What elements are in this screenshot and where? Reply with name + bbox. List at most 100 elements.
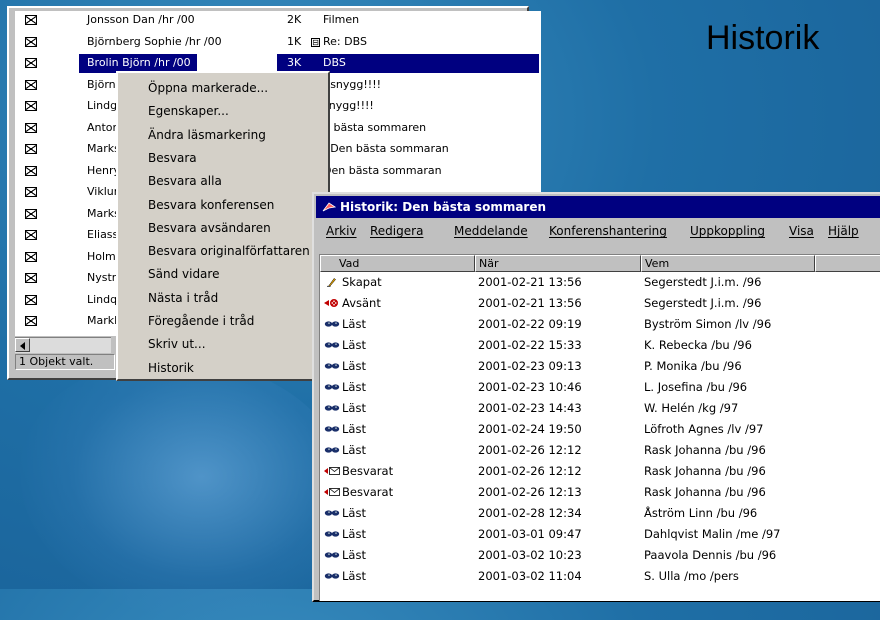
history-row[interactable]: Läst 2001-02-22 15:33 K. Rebecka /bu /96 bbox=[320, 335, 880, 355]
history-when: 2001-02-28 12:34 bbox=[478, 506, 582, 520]
context-menu-item[interactable]: Föregående i tråd bbox=[148, 310, 254, 332]
context-menu-item[interactable]: Sänd vidare bbox=[148, 263, 219, 285]
history-row[interactable]: Läst 2001-03-02 11:04 S. Ulla /mo /pers bbox=[320, 566, 880, 586]
history-row[interactable]: Besvarat 2001-02-26 12:13 Rask Johanna /bu… bbox=[320, 482, 880, 502]
history-row[interactable]: Läst 2001-02-28 12:34 Åström Linn /bu /96 bbox=[320, 503, 880, 523]
history-who: L. Josefina /bu /96 bbox=[644, 380, 748, 394]
menu-item[interactable]: Redigera bbox=[370, 221, 423, 241]
message-from: Holm bbox=[87, 249, 116, 263]
envelope-icon bbox=[25, 122, 37, 133]
history-window: Historik: Den bästa sommaren Arkiv Redige… bbox=[312, 192, 880, 602]
history-who: P. Monika /bu /96 bbox=[644, 359, 742, 373]
message-size: 1K bbox=[287, 34, 302, 48]
history-row[interactable]: Läst 2001-03-01 09:47 Dahlqvist Malin /me … bbox=[320, 524, 880, 544]
history-when: 2001-02-26 12:12 bbox=[478, 443, 582, 457]
context-menu-item[interactable]: Besvara originalförfattaren bbox=[148, 240, 310, 262]
column-header-who[interactable]: Vem bbox=[641, 255, 815, 272]
envelope-icon bbox=[25, 316, 37, 326]
history-who: W. Helén /kg /97 bbox=[644, 401, 739, 415]
history-when: 2001-02-23 10:46 bbox=[478, 380, 582, 394]
history-who: Rask Johanna /bu /96 bbox=[644, 485, 766, 499]
history-when: 2001-02-23 09:13 bbox=[478, 359, 582, 373]
history-when: 2001-02-23 14:43 bbox=[478, 401, 582, 415]
context-menu-item[interactable]: Historik bbox=[148, 357, 194, 379]
history-row[interactable]: Läst 2001-02-24 19:50 Löfroth Agnes /lv /9… bbox=[320, 419, 880, 439]
history-what: Läst bbox=[342, 422, 366, 436]
message-row[interactable]: Björnberg Sophie /hr /00 1K Re: DBS ⊟ bbox=[15, 33, 535, 52]
background-swoosh bbox=[20, 360, 350, 620]
context-menu-item[interactable]: Skriv ut... bbox=[148, 333, 206, 355]
message-from: Brolin Björn /hr /00 bbox=[87, 56, 191, 69]
context-menu-item[interactable]: Besvara alla bbox=[148, 170, 222, 192]
history-who: Rask Johanna /bu /96 bbox=[644, 443, 766, 457]
horizontal-scrollbar[interactable] bbox=[15, 337, 111, 353]
history-row[interactable]: Läst 2001-03-02 10:23 Paavola Dennis /bu /… bbox=[320, 545, 880, 565]
column-header-when[interactable]: När bbox=[475, 255, 641, 272]
column-header-what[interactable]: Vad bbox=[320, 255, 475, 272]
message-from: Lindq bbox=[87, 292, 118, 306]
history-titlebar[interactable]: Historik: Den bästa sommaren bbox=[316, 196, 880, 218]
history-who: Löfroth Agnes /lv /97 bbox=[644, 422, 764, 436]
history-row[interactable]: Skapat 2001-02-21 13:56 Segerstedt J.i.m. … bbox=[320, 272, 880, 292]
history-row[interactable]: Avsänt 2001-02-21 13:56 Segerstedt J.i.m. … bbox=[320, 293, 880, 313]
menu-item[interactable]: Visa bbox=[789, 221, 814, 241]
context-menu-item[interactable]: Ändra läsmarkering bbox=[148, 124, 266, 146]
history-who: Paavola Dennis /bu /96 bbox=[644, 548, 777, 562]
envelope-icon bbox=[25, 165, 37, 176]
envelope-icon bbox=[25, 208, 37, 219]
history-what: Läst bbox=[342, 401, 366, 415]
context-menu-item[interactable]: Nästa i tråd bbox=[148, 287, 218, 309]
column-header-empty[interactable] bbox=[815, 255, 880, 272]
history-row[interactable]: Läst 2001-02-22 09:19 Byström Simon /lv /9… bbox=[320, 314, 880, 334]
history-when: 2001-02-26 12:12 bbox=[478, 464, 582, 478]
menu-item[interactable]: Uppkoppling bbox=[690, 221, 765, 241]
history-who: K. Rebecka /bu /96 bbox=[644, 338, 752, 352]
menu-item[interactable]: Arkiv bbox=[326, 221, 357, 241]
context-menu-item[interactable]: Egenskaper... bbox=[148, 100, 229, 122]
scroll-left-icon[interactable] bbox=[15, 338, 30, 352]
envelope-icon bbox=[25, 36, 37, 47]
message-from: Markl bbox=[87, 314, 118, 327]
history-when: 2001-02-22 09:19 bbox=[478, 317, 582, 331]
history-who: Segerstedt J.i.m. /96 bbox=[644, 296, 762, 310]
message-subject: : Den bästa sommaran bbox=[323, 142, 449, 155]
history-what: Läst bbox=[342, 317, 366, 331]
message-subject: n bästa sommaren bbox=[323, 120, 427, 134]
message-subject: DBS bbox=[323, 56, 346, 69]
menu-item[interactable]: Meddelande bbox=[454, 221, 528, 241]
history-what: Läst bbox=[342, 443, 366, 457]
history-when: 2001-03-02 11:04 bbox=[478, 569, 582, 583]
history-what: Avsänt bbox=[342, 296, 381, 310]
history-row[interactable]: Besvarat 2001-02-26 12:12 Rask Johanna /bu… bbox=[320, 461, 880, 481]
envelope-icon bbox=[25, 187, 37, 197]
message-from: Marks bbox=[87, 206, 120, 220]
message-from: Antor bbox=[87, 120, 118, 134]
history-what: Läst bbox=[342, 548, 366, 562]
history-what: Läst bbox=[342, 569, 366, 583]
history-table: Vad När Vem Skapat 2001-02-21 13:56 Segers… bbox=[319, 254, 880, 601]
history-row[interactable]: Läst 2001-02-23 10:46 L. Josefina /bu /96 bbox=[320, 377, 880, 397]
thread-collapse-icon[interactable]: ⊟ bbox=[311, 37, 320, 47]
envelope-icon bbox=[25, 58, 37, 68]
context-menu-item[interactable]: Besvara avsändaren bbox=[148, 217, 271, 239]
context-menu-item[interactable]: Öppna markerade... bbox=[148, 77, 268, 99]
history-what: Läst bbox=[342, 380, 366, 394]
envelope-icon bbox=[25, 79, 37, 90]
context-menu-item[interactable]: Besvara konferensen bbox=[148, 194, 274, 216]
menu-item[interactable]: Hjälp bbox=[828, 221, 859, 241]
history-what: Besvarat bbox=[342, 485, 394, 499]
history-when: 2001-02-22 15:33 bbox=[478, 338, 582, 352]
history-row[interactable]: Läst 2001-02-23 09:13 P. Monika /bu /96 bbox=[320, 356, 880, 376]
history-who: Segerstedt J.i.m. /96 bbox=[644, 275, 762, 289]
history-row[interactable]: Läst 2001-02-26 12:12 Rask Johanna /bu /96 bbox=[320, 440, 880, 460]
message-from: Björnberg Sophie /hr /00 bbox=[87, 34, 222, 48]
history-what: Besvarat bbox=[342, 464, 394, 478]
menu-bar: Arkiv Redigera Meddelande Konferenshanterin… bbox=[316, 221, 880, 241]
history-what: Läst bbox=[342, 527, 366, 541]
message-row[interactable]: Jonsson Dan /hr /00 2K Filmen bbox=[15, 11, 535, 30]
context-menu-item[interactable]: Besvara bbox=[148, 147, 197, 169]
envelope-icon bbox=[25, 230, 37, 240]
history-row[interactable]: Läst 2001-02-23 14:43 W. Helén /kg /97 bbox=[320, 398, 880, 418]
message-size: 2K bbox=[287, 13, 302, 26]
menu-item[interactable]: Konferenshantering bbox=[549, 221, 667, 241]
